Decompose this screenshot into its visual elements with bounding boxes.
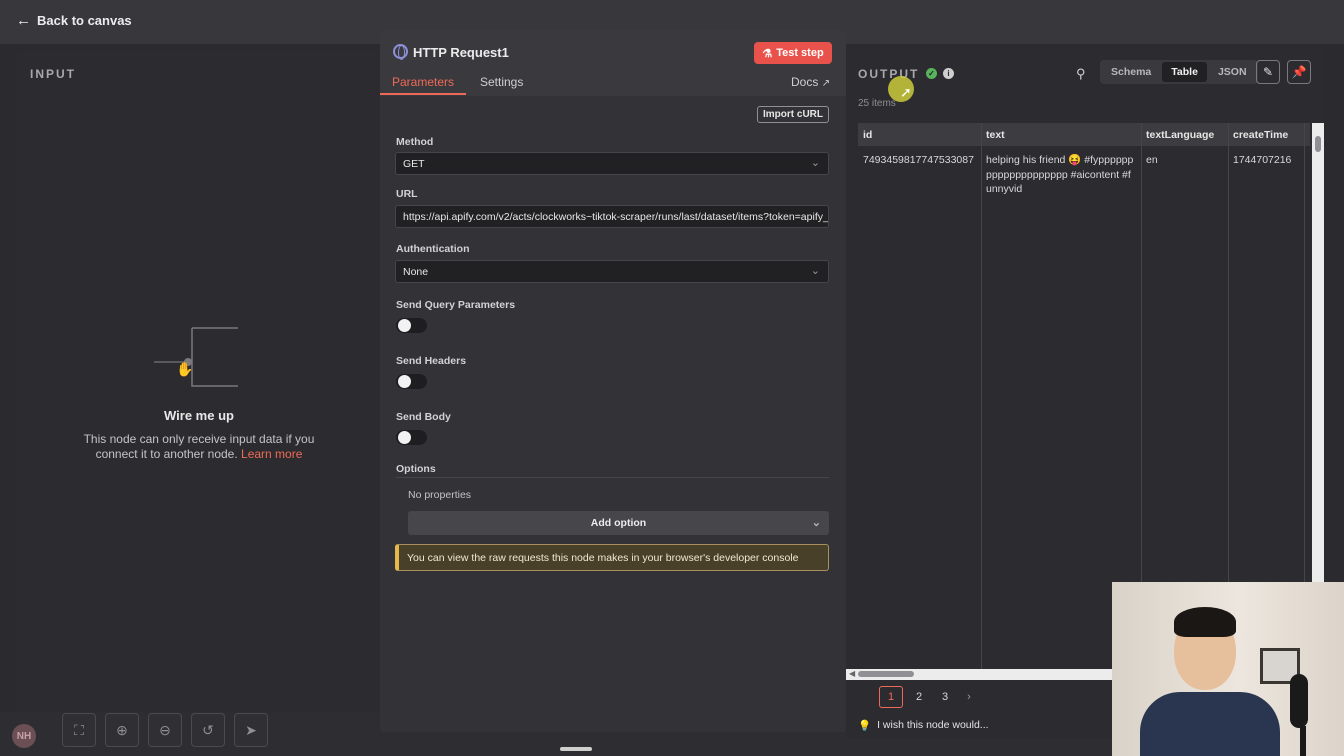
view-schema-button[interactable]: Schema [1102,62,1160,82]
avatar[interactable]: NH [12,724,36,748]
column-header-createtime[interactable]: createTime [1233,129,1288,141]
horizontal-scrollbar[interactable]: ◀ [846,669,1112,680]
add-option-button[interactable]: Add option ⌄ [408,511,829,535]
view-json-button[interactable]: JSON [1209,62,1256,82]
send-headers-label: Send Headers [396,355,467,367]
send-body-toggle[interactable] [396,430,427,445]
presenter-body [1140,692,1280,756]
scroll-thumb[interactable] [858,671,914,677]
chevron-down-icon: ⌄ [811,517,821,529]
output-view-toggle: Schema Table JSON [1100,60,1258,84]
method-label: Method [396,136,434,148]
pencil-icon: ✎ [1262,65,1274,79]
fit-view-button[interactable]: ⛶ [62,713,96,747]
zoom-out-icon: ⊖ [159,721,171,738]
globe-icon [393,44,408,60]
active-tab-indicator [380,93,466,95]
zoom-in-button[interactable]: ⊕ [105,713,139,747]
column-header-text[interactable]: text [986,129,1005,141]
view-table-button[interactable]: Table [1162,62,1207,82]
url-label: URL [396,188,418,200]
microphone [1290,674,1308,728]
arrow-left-icon: ← [16,12,31,29]
cell-text: helping his friend 😝 #fypppppppppppppppp… [986,154,1134,195]
scroll-thumb[interactable] [1315,136,1321,152]
cell-id: 7493459817747533087 [863,154,974,166]
flask-icon: ⚗ [762,47,773,60]
webcam-overlay [1112,582,1344,756]
lightbulb-icon: 💡 [858,720,872,732]
authentication-label: Authentication [396,243,470,255]
input-title: INPUT [30,67,76,81]
tab-parameters[interactable]: Parameters [392,75,454,89]
test-step-label: Test step [776,47,824,59]
zoom-out-button[interactable]: ⊖ [148,713,182,747]
column-header-textlanguage[interactable]: textLanguage [1146,129,1214,141]
panel-drag-handle[interactable] [560,747,592,751]
external-link-icon: ↗ [821,78,831,89]
cell-textlanguage: en [1146,154,1158,166]
wire-me-up-text: This node can only receive input data if… [66,432,332,462]
cursor-tool-button[interactable]: ➤ [234,713,268,747]
options-label: Options [396,463,436,475]
input-panel: INPUT ✋ Wire me up This node can only re… [16,50,382,712]
chevron-down-icon: ⌄ [810,265,820,277]
success-check-icon: ✓ [926,68,937,79]
tab-settings[interactable]: Settings [480,75,523,89]
zoom-in-icon: ⊕ [116,721,128,738]
pin-data-button[interactable]: 📌 [1287,60,1311,84]
scroll-left-icon[interactable]: ◀ [849,669,855,678]
fullscreen-icon: ⛶ [74,721,84,738]
page-2-button[interactable]: 2 [912,686,926,708]
chevron-down-icon: ⌄ [810,157,820,169]
edit-output-button[interactable]: ✎ [1256,60,1280,84]
wire-me-up-title: Wire me up [164,408,234,423]
method-value: GET [403,158,425,170]
add-option-label: Add option [590,517,647,529]
authentication-value: None [403,266,429,278]
no-properties-text: No properties [408,489,472,501]
pin-icon: 📌 [1291,65,1307,79]
microphone-arm [1300,726,1306,756]
cell-createtime: 1744707216 [1233,154,1292,166]
column-header-id[interactable]: id [863,129,872,141]
page-1-button[interactable]: 1 [879,686,903,708]
undo-button[interactable]: ↺ [191,713,225,747]
svg-text:✋: ✋ [176,361,193,377]
send-query-label: Send Query Parameters [396,299,516,311]
chevron-right-icon: › [967,691,971,703]
node-parameters-panel: HTTP Request1 ⚗ Test step Parameters Set… [380,30,846,732]
page-3-button[interactable]: 3 [938,686,952,708]
authentication-select[interactable]: None ⌄ [395,260,829,283]
learn-more-link[interactable]: Learn more [241,447,302,461]
back-label: Back to canvas [37,13,132,28]
presenter-hair [1174,607,1236,637]
column-divider [981,123,982,669]
search-icon[interactable]: ⚲ [1076,66,1086,82]
send-body-label: Send Body [396,411,451,423]
feedback-label: I wish this node would... [877,719,989,731]
info-icon[interactable]: i [943,68,954,79]
next-page-button[interactable]: › [962,686,976,708]
options-divider [396,477,829,478]
back-to-canvas-button[interactable]: ← Back to canvas [16,12,132,29]
docs-label: Docs [791,75,819,89]
url-input[interactable]: https://api.apify.com/v2/acts/clockworks… [395,205,829,228]
vertical-scrollbar[interactable] [1312,123,1324,583]
import-curl-button[interactable]: Import cURL [757,106,829,123]
undo-icon: ↺ [202,721,214,738]
developer-console-notice: You can view the raw requests this node … [395,544,829,571]
node-title[interactable]: HTTP Request1 [413,45,509,60]
wire-connector-icon: ✋ [154,327,238,387]
feedback-link[interactable]: 💡 I wish this node would... [858,719,989,732]
pointer-icon: ➤ [245,721,257,738]
send-headers-toggle[interactable] [396,374,427,389]
mouse-pointer-icon: ➚ [900,84,912,100]
docs-link[interactable]: Docs ↗ [791,75,830,89]
send-query-toggle[interactable] [396,318,427,333]
method-select[interactable]: GET ⌄ [395,152,829,175]
test-step-button[interactable]: ⚗ Test step [754,42,832,64]
items-count: 25 items [858,98,896,109]
